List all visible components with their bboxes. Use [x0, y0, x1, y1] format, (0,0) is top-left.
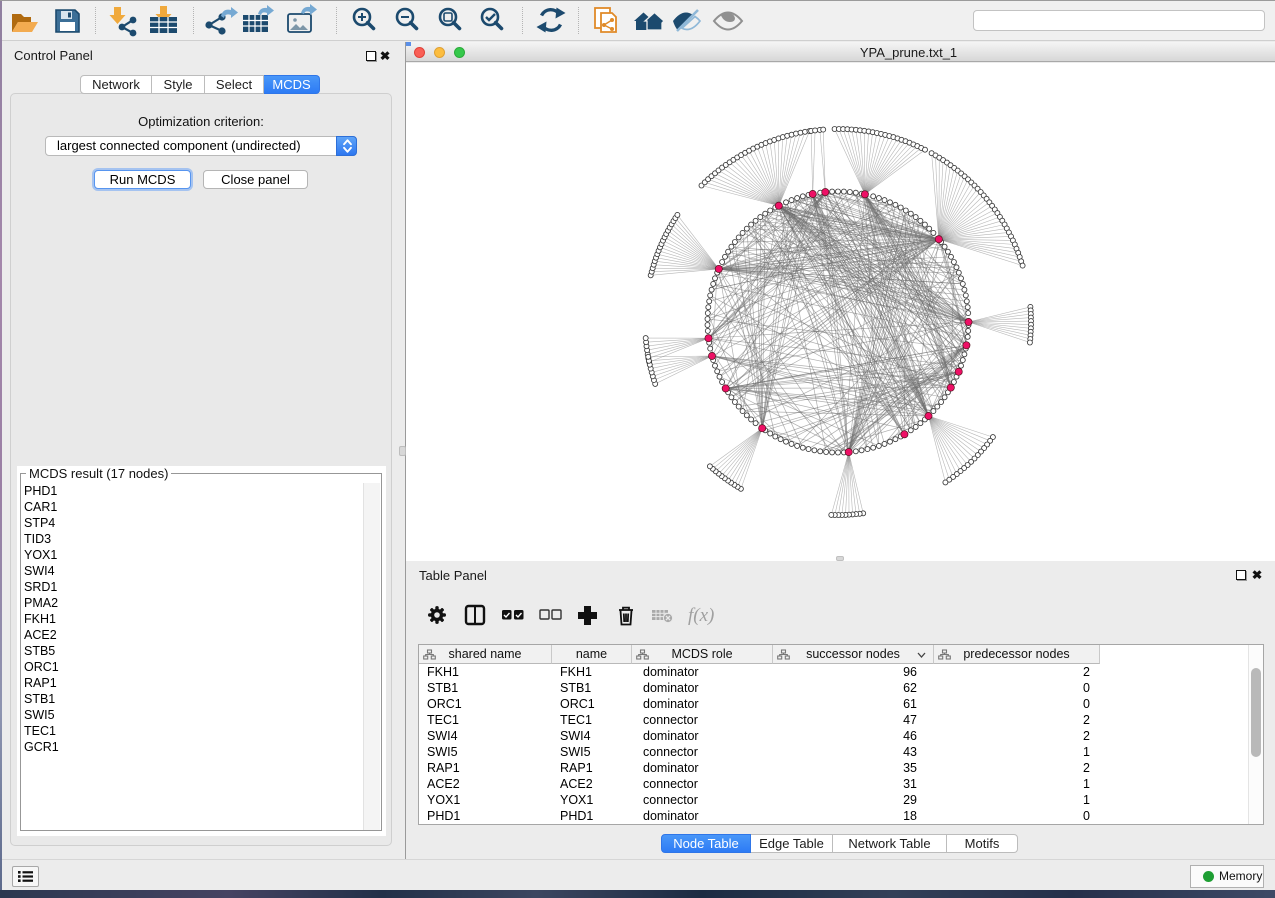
- svg-text:f(x): f(x): [688, 605, 714, 626]
